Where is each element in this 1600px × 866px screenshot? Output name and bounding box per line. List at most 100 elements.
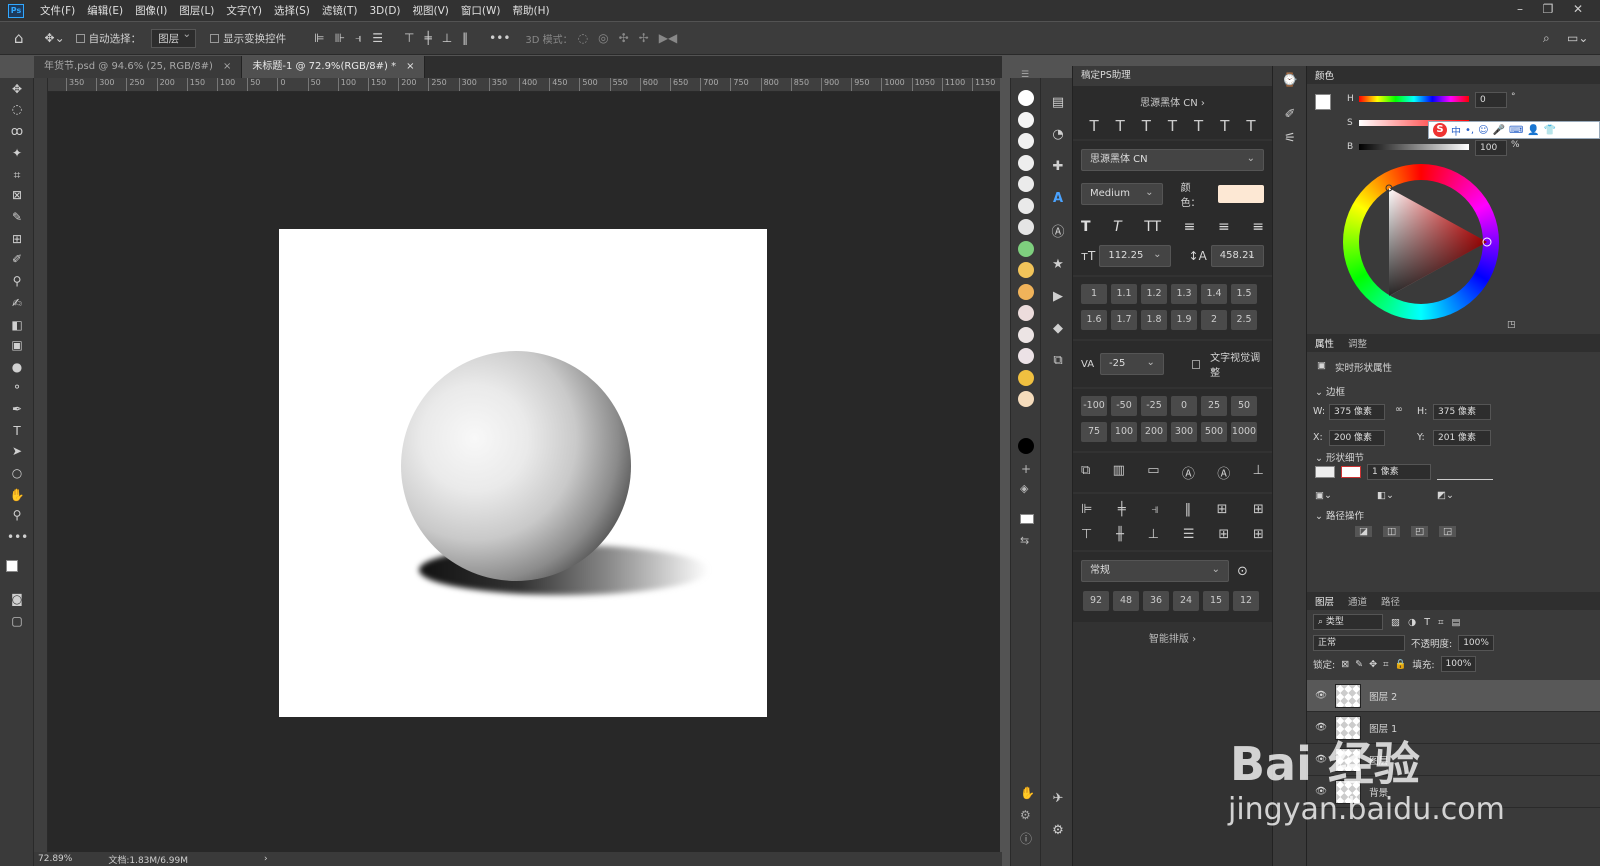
path-select-icon[interactable]: ➤ [7,442,27,460]
corner-dropdown[interactable]: ◩⌄ [1437,490,1454,501]
ime-keyboard-icon[interactable]: ⌨ [1509,125,1523,136]
font-style-sample[interactable]: T [1089,117,1098,135]
font-style-sample[interactable]: T [1116,117,1125,135]
color-swatch[interactable] [1018,219,1034,235]
subtract-icon[interactable]: ◫ [1383,526,1400,537]
p-space-v-icon[interactable]: ⊞ [1218,527,1229,542]
dodge-icon[interactable]: ⚬ [7,378,27,396]
link-icon[interactable]: ∞ [1395,404,1403,415]
height-input[interactable]: 375 像素 [1433,404,1491,420]
canvas-area[interactable] [48,92,1000,852]
3d-camera-icon[interactable]: ▶◀ [659,31,677,45]
align-stroke-dropdown[interactable]: ▣⌄ [1315,490,1332,501]
h-value[interactable]: 0 [1475,92,1507,108]
menu-file[interactable]: 文件(F) [34,3,81,18]
pin-icon[interactable]: ✈ [1049,790,1067,808]
more-icon[interactable]: ⊙ [1237,564,1248,579]
no-color-swatch[interactable] [1020,514,1034,524]
align-middle-icon[interactable]: ╪ [424,31,431,45]
tab-adjustments[interactable]: 调整 [1348,336,1367,350]
combine-icon[interactable]: ◪ [1355,526,1372,537]
size-button[interactable]: 92 [1083,591,1109,611]
ime-skin-icon[interactable]: 👕 [1544,125,1556,136]
p-align-right-icon[interactable]: ⫣ [1151,502,1159,517]
x-input[interactable]: 200 像素 [1329,430,1385,446]
stroke-swatch[interactable] [1341,466,1361,478]
p-align-left-icon[interactable]: ⊫ [1081,502,1092,517]
document-canvas[interactable] [279,229,767,717]
zoom-level[interactable]: 72.89% [38,854,72,864]
type-assistant-icon[interactable]: A [1049,190,1067,208]
color-swatch[interactable] [1018,262,1034,278]
add-swatch-icon[interactable]: + [1021,462,1031,476]
tracking-button[interactable]: 25 [1201,396,1227,416]
eyedropper-icon[interactable]: ✎ [7,208,27,226]
tracking-button[interactable]: -25 [1141,396,1167,416]
tracking-button[interactable]: -50 [1111,396,1137,416]
tab-channels[interactable]: 通道 [1348,594,1367,608]
color-swatch[interactable] [1018,197,1034,214]
more-options-icon[interactable]: ••• [489,31,510,45]
scale-button[interactable]: 2.5 [1231,310,1257,330]
border-section[interactable]: ⌄ 边框 [1315,384,1345,398]
menu-filter[interactable]: 滤镜(T) [316,3,364,18]
history-icon[interactable]: ⌚ [1281,72,1299,90]
blend-dropdown[interactable]: 常规 [1081,560,1229,582]
scale-button[interactable]: 1.9 [1171,310,1197,330]
shapes-icon[interactable]: ◔ [1049,126,1067,144]
filter-smart-icon[interactable]: ▤ [1451,617,1460,628]
hand-small-icon[interactable]: ✋ [1020,786,1035,800]
text-style-icon[interactable]: Ⓐ [1049,224,1067,242]
zoom-icon[interactable]: ⚲ [7,506,27,524]
eraser-icon[interactable]: ◧ [7,316,27,334]
align-left-icon[interactable]: ⊫ [314,31,324,45]
menu-3d[interactable]: 3D(D) [363,5,406,17]
close-tab-icon[interactable]: × [223,56,231,78]
lock-transparent-icon[interactable]: ⊠ [1341,659,1349,670]
copy-icon[interactable]: ⧉ [1049,352,1067,370]
visual-adjust-checkbox[interactable] [1191,359,1201,369]
scale-button[interactable]: 2 [1201,310,1227,330]
settings-small-icon[interactable]: ⚙ [1020,808,1031,822]
screen-mode-icon[interactable]: ▢ [7,612,27,630]
black-swatch[interactable] [1018,438,1034,454]
scale-button[interactable]: 1.3 [1171,284,1197,304]
b-value[interactable]: 100 [1475,140,1507,156]
scale-button[interactable]: 1.6 [1081,310,1107,330]
lock-position-icon[interactable]: ✥ [1369,659,1377,670]
type-icon[interactable]: T [7,422,27,440]
edit-toolbar-icon[interactable]: ••• [7,528,28,546]
align-center-text-icon[interactable]: ≡ [1218,219,1230,235]
intersect-icon[interactable]: ◰ [1411,526,1428,537]
smart-layout-link[interactable]: 智能排版 › [1073,630,1272,645]
color-swatch[interactable] [1018,283,1034,300]
play-icon[interactable]: ▶ [1049,288,1067,306]
p-align-top-icon[interactable]: ⊤ [1081,527,1092,542]
close-tab-icon[interactable]: × [406,56,414,78]
translate-icon[interactable]: ⧉ [1081,463,1090,482]
size-button[interactable]: 36 [1143,591,1169,611]
font-style-sample[interactable]: T [1220,117,1229,135]
filter-pixel-icon[interactable]: ▨ [1391,617,1400,628]
plugin-icon[interactable]: ✚ [1049,158,1067,176]
healing-icon[interactable]: ⊞ [7,230,27,248]
distribute-vertical-icon[interactable]: ‖ [462,31,468,45]
color-swatch[interactable] [1018,240,1034,257]
ime-voice-icon[interactable]: 🎤 [1493,125,1505,136]
color-swatch[interactable] [1018,369,1034,386]
scale-button[interactable]: 1.2 [1141,284,1167,304]
restore-icon[interactable]: ❐ [1536,0,1560,21]
visibility-icon[interactable]: 👁 [1315,690,1327,701]
cap-dropdown[interactable]: ◧⌄ [1377,490,1394,501]
swap-color-icon[interactable]: ⇆ [1020,534,1029,547]
marquee-icon[interactable]: ◌ [7,100,27,118]
color-wheel[interactable] [1343,164,1499,320]
show-transform-checkbox[interactable]: 显示变换控件 [210,31,286,46]
menu-type[interactable]: 文字(Y) [220,3,268,18]
p-space-icon[interactable]: ⊞ [1217,502,1228,517]
color-swatch[interactable] [1018,154,1034,171]
scale-button[interactable]: 1.1 [1111,284,1137,304]
history-brush-icon[interactable]: ✍ [7,294,27,312]
scale-button[interactable]: 1 [1081,284,1107,304]
align-right-text-icon[interactable]: ≡ [1252,219,1264,235]
